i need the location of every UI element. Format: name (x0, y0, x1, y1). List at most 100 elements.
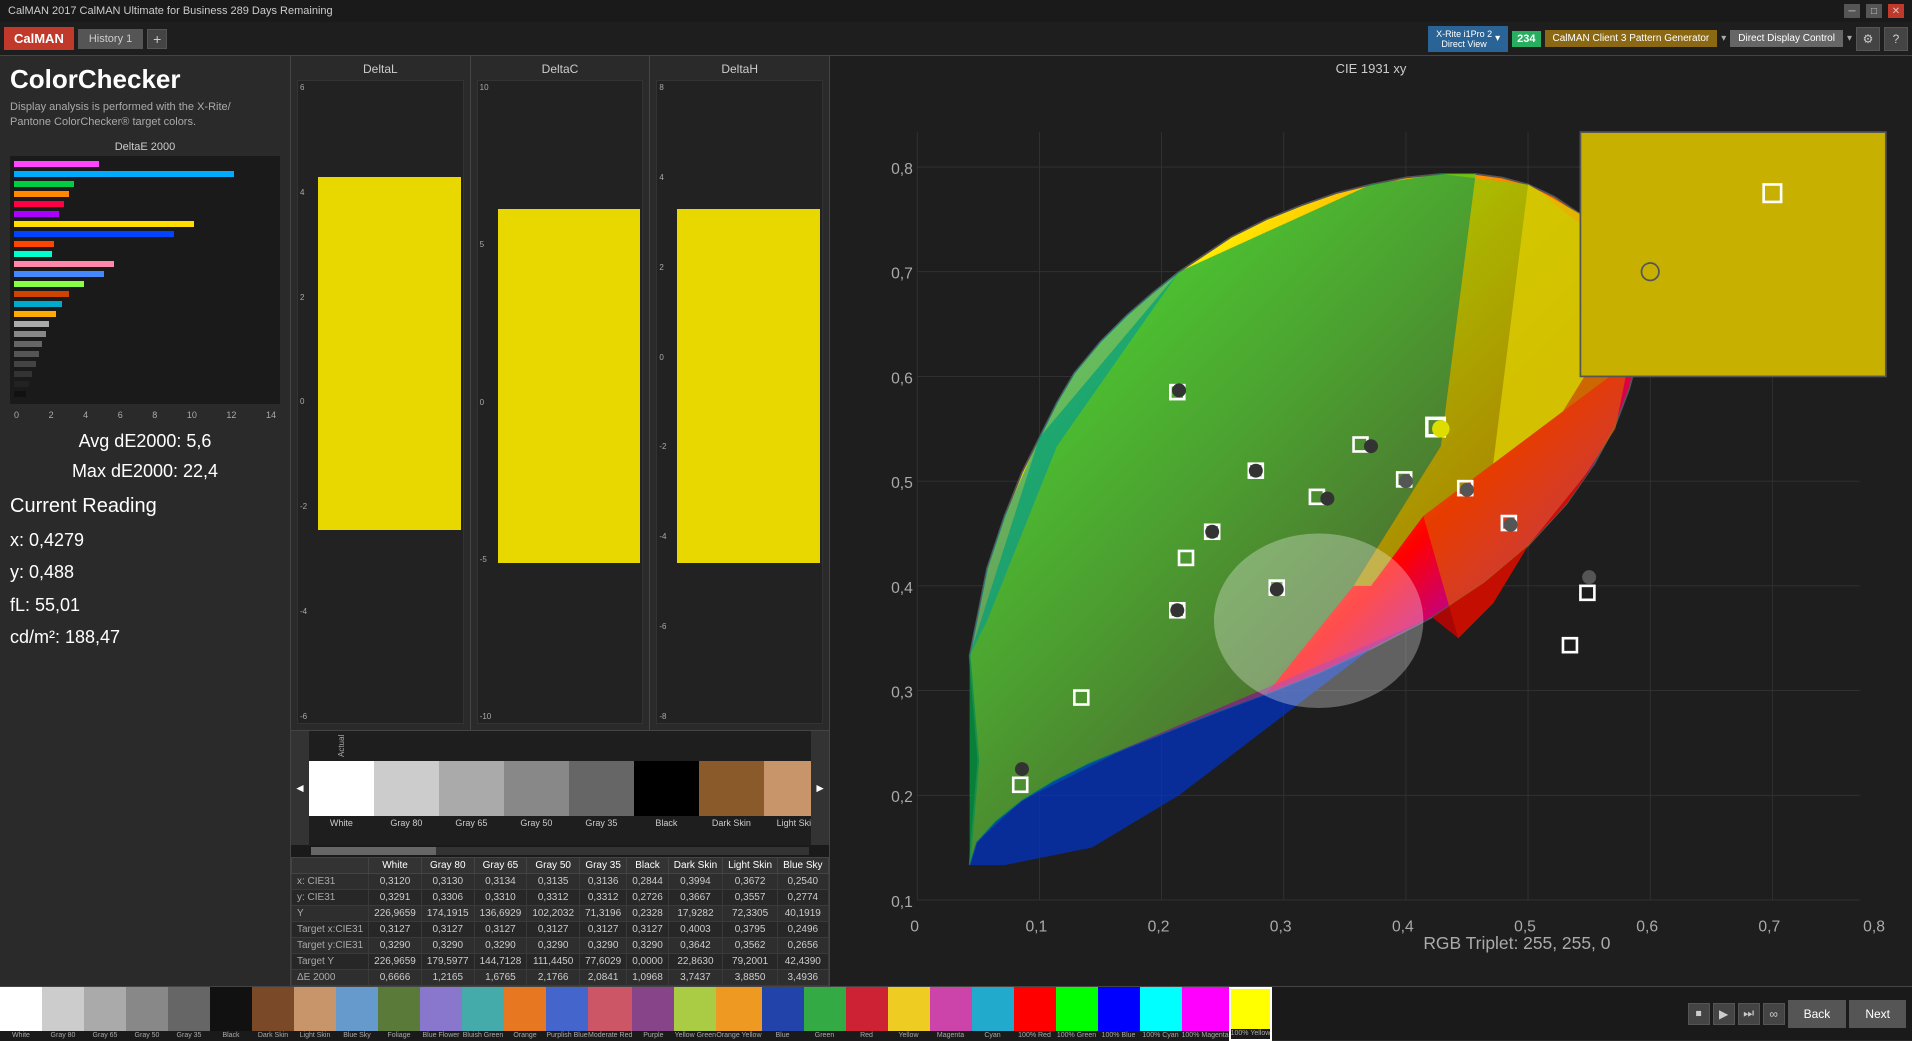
display-ctrl-btn[interactable]: Direct Display Control (1730, 30, 1843, 47)
bottom-swatch[interactable]: Orange Yellow (716, 987, 761, 1041)
help-btn[interactable]: ? (1884, 27, 1908, 51)
table-header: Light Skin (723, 858, 778, 874)
bottom-swatch[interactable]: Blue Flower (420, 987, 462, 1041)
swatch-item[interactable]: Dark Skin (699, 731, 764, 845)
swatch-item[interactable]: Gray 65 (439, 731, 504, 845)
swatch-item[interactable]: Gray 80 (374, 731, 439, 845)
swatch-label: White (330, 816, 353, 830)
swatch-label: Gray 35 (585, 816, 617, 830)
swatch-label: Gray 50 (520, 816, 552, 830)
bottom-swatch[interactable]: 100% Green (1056, 987, 1098, 1041)
bottom-swatch[interactable]: 100% Magenta (1182, 987, 1229, 1041)
table-header: Dark Skin (668, 858, 722, 874)
bottom-swatch[interactable]: Orange (504, 987, 546, 1041)
svg-text:0,2: 0,2 (1148, 918, 1170, 935)
bottom-swatch[interactable]: Yellow (888, 987, 930, 1041)
device-btn[interactable]: X-Rite i1Pro 2Direct View ▾ (1428, 26, 1508, 52)
delta-l-title: DeltaL (297, 62, 464, 76)
next-btn[interactable]: Next (1849, 1000, 1906, 1028)
table-header (292, 858, 369, 874)
bottom-swatch[interactable]: Purple (632, 987, 674, 1041)
table-header: Foliage (828, 858, 829, 874)
bottom-swatch[interactable]: Red (846, 987, 888, 1041)
bottom-swatch[interactable]: Gray 65 (84, 987, 126, 1041)
bottom-swatch[interactable]: 100% Blue (1098, 987, 1140, 1041)
panel-title: ColorChecker (10, 64, 280, 95)
bottom-swatch[interactable]: Cyan (972, 987, 1014, 1041)
bottom-swatch[interactable]: Blue Sky (336, 987, 378, 1041)
scroll-left-btn[interactable]: ◄ (291, 731, 309, 845)
minimize-btn[interactable]: ─ (1844, 4, 1860, 18)
svg-text:0,4: 0,4 (891, 580, 913, 597)
x-value: x: 0,4279 (10, 524, 280, 556)
y-value: y: 0,488 (10, 556, 280, 588)
bottom-swatch[interactable]: Moderate Red (588, 987, 632, 1041)
scrollbar[interactable] (291, 845, 829, 857)
table-header: White (369, 858, 422, 874)
table-header: Gray 50 (527, 858, 580, 874)
max-de: Max dE2000: 22,4 (10, 456, 280, 487)
bottom-swatch[interactable]: Foliage (378, 987, 420, 1041)
swatch-label: Black (655, 816, 677, 830)
bottom-swatch[interactable]: 100% Cyan (1140, 987, 1182, 1041)
settings-btn[interactable]: ⚙ (1856, 27, 1880, 51)
svg-text:0,1: 0,1 (1025, 918, 1047, 935)
bar-chart (10, 156, 280, 404)
bottom-swatch[interactable]: Magenta (930, 987, 972, 1041)
bottom-swatch[interactable]: Black (210, 987, 252, 1041)
swatch-item[interactable]: Gray 50 (504, 731, 569, 845)
maximize-btn[interactable]: □ (1866, 4, 1882, 18)
swatch-item[interactable]: Light Skin (764, 731, 811, 845)
bottom-swatch[interactable]: Dark Skin (252, 987, 294, 1041)
device-name-label: X-Rite i1Pro 2Direct View (1436, 29, 1492, 49)
bottom-swatch[interactable]: Gray 80 (42, 987, 84, 1041)
cd-value: cd/m²: 188,47 (10, 621, 280, 653)
avg-de: Avg dE2000: 5,6 (10, 426, 280, 457)
bottom-swatch[interactable]: Gray 35 (168, 987, 210, 1041)
svg-text:0,7: 0,7 (1758, 918, 1780, 935)
bottom-swatch[interactable]: Gray 50 (126, 987, 168, 1041)
table-header: Gray 80 (421, 858, 474, 874)
bottom-swatch[interactable]: Bluish Green (462, 987, 504, 1041)
table-header: Black (627, 858, 669, 874)
fl-value: fL: 55,01 (10, 589, 280, 621)
bottom-swatch[interactable]: Blue (762, 987, 804, 1041)
swatch-label: Gray 65 (455, 816, 487, 830)
bottom-swatch[interactable]: Yellow Green (674, 987, 716, 1041)
bottom-swatch[interactable]: 100% Yellow (1229, 987, 1273, 1041)
scroll-right-btn[interactable]: ► (811, 731, 829, 845)
bottom-swatch[interactable]: White (0, 987, 42, 1041)
svg-text:0,3: 0,3 (1270, 918, 1292, 935)
back-btn[interactable]: Back (1788, 1000, 1847, 1028)
bottom-swatch[interactable]: 100% Red (1014, 987, 1056, 1041)
bottom-swatch[interactable]: Green (804, 987, 846, 1041)
pattern-gen-btn[interactable]: CalMAN Client 3 Pattern Generator (1545, 30, 1718, 47)
cie-title: CIE 1931 xy (830, 56, 1912, 81)
swatch-item[interactable]: Black (634, 731, 699, 845)
history-tab[interactable]: History 1 (78, 29, 143, 49)
bottom-swatch[interactable]: Light Skin (294, 987, 336, 1041)
table-header: Gray 65 (474, 858, 527, 874)
swatch-item[interactable]: Gray 35 (569, 731, 634, 845)
svg-text:0: 0 (910, 918, 919, 935)
bottom-swatch[interactable]: Purplish Blue (546, 987, 588, 1041)
loop-btn[interactable]: ∞ (1763, 1003, 1785, 1025)
current-reading-title: Current Reading (10, 495, 280, 518)
svg-text:0,5: 0,5 (891, 475, 913, 492)
close-btn[interactable]: ✕ (1888, 4, 1904, 18)
end-btn[interactable]: ⏭ (1738, 1003, 1760, 1025)
nav-controls: ⏹ ▶ ⏭ ∞ Back Next (1682, 987, 1912, 1040)
swatch-label: Gray 80 (390, 816, 422, 830)
table-row: Target x:CIE310,31270,31270,31270,31270,… (292, 922, 830, 938)
svg-text:0,8: 0,8 (891, 161, 913, 178)
stats-block: Avg dE2000: 5,6 Max dE2000: 22,4 (10, 426, 280, 487)
play-btn[interactable]: ▶ (1713, 1003, 1735, 1025)
table-row: Target Y226,9659179,5977144,7128111,4450… (292, 954, 830, 970)
svg-text:RGB Triplet: 255, 255, 0: RGB Triplet: 255, 255, 0 (1423, 933, 1610, 953)
bottom-nav: WhiteGray 80Gray 65Gray 50Gray 35BlackDa… (0, 986, 1912, 1040)
title-bar: CalMAN 2017 CalMAN Ultimate for Business… (0, 0, 1912, 22)
swatch-item[interactable]: ActualWhite (309, 731, 374, 845)
calman-menu-btn[interactable]: CalMAN (4, 27, 74, 50)
add-tab-btn[interactable]: + (147, 29, 167, 49)
stop-btn[interactable]: ⏹ (1688, 1003, 1710, 1025)
